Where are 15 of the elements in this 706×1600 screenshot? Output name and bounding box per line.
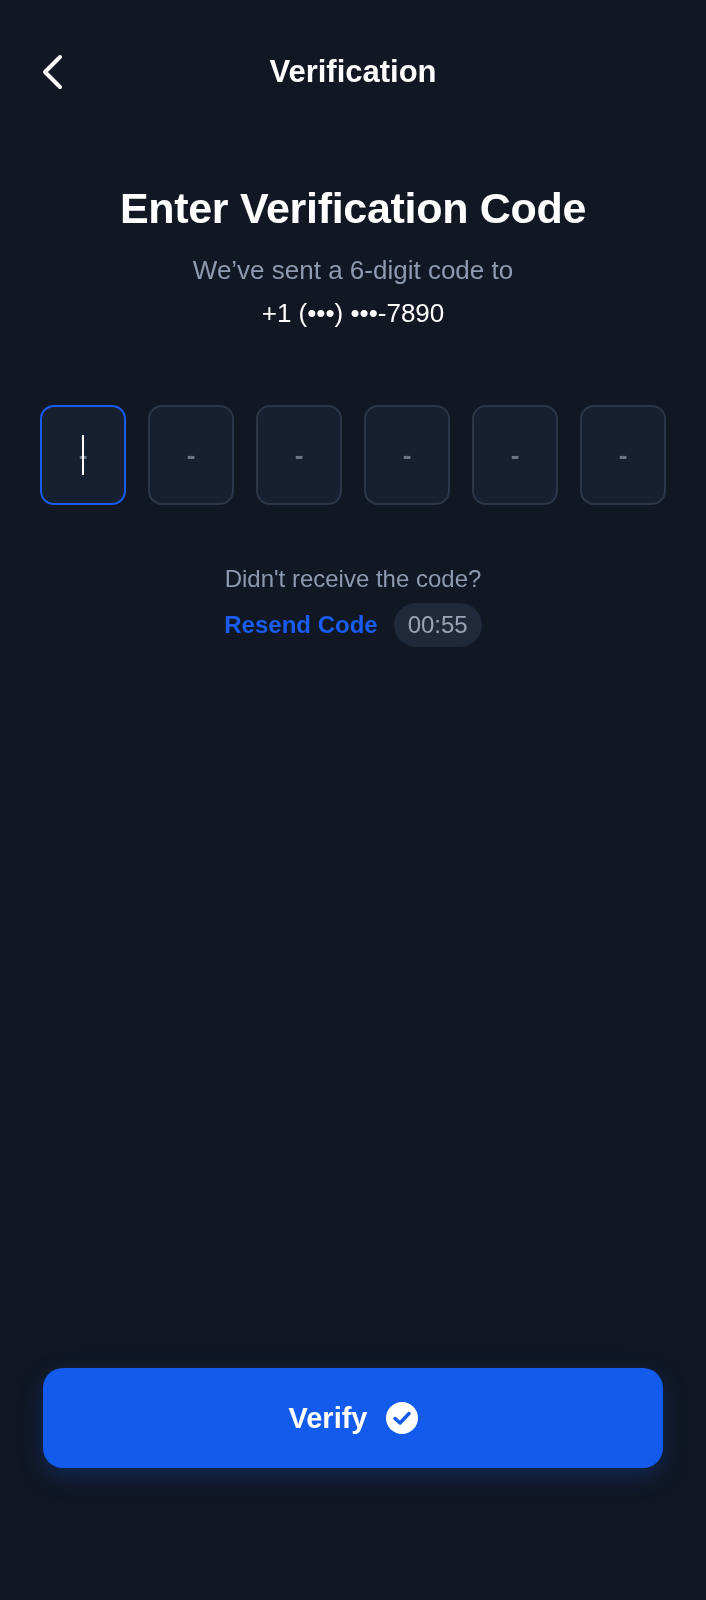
resend-code-link[interactable]: Resend Code xyxy=(224,611,378,639)
resend-prompt: Didn't receive the code? xyxy=(224,565,482,593)
screen-title: Verification xyxy=(269,54,437,90)
code-digit-field[interactable]: - xyxy=(472,405,558,505)
back-icon xyxy=(41,54,63,90)
instruction-text: We’ve sent a 6-digit code to xyxy=(192,255,514,286)
countdown-timer: 00:55 xyxy=(393,603,482,647)
verify-button[interactable]: Verify xyxy=(43,1368,663,1468)
check-circle-icon xyxy=(385,1402,418,1434)
code-digit-field[interactable]: - xyxy=(148,405,234,505)
phone-number: +1 (•••) •••-7890 xyxy=(261,298,445,329)
code-digit-field[interactable]: - xyxy=(580,405,666,505)
code-digit-field[interactable]: - xyxy=(364,405,450,505)
code-digit-field[interactable]: - xyxy=(256,405,342,505)
page-heading: Enter Verification Code xyxy=(119,184,587,233)
